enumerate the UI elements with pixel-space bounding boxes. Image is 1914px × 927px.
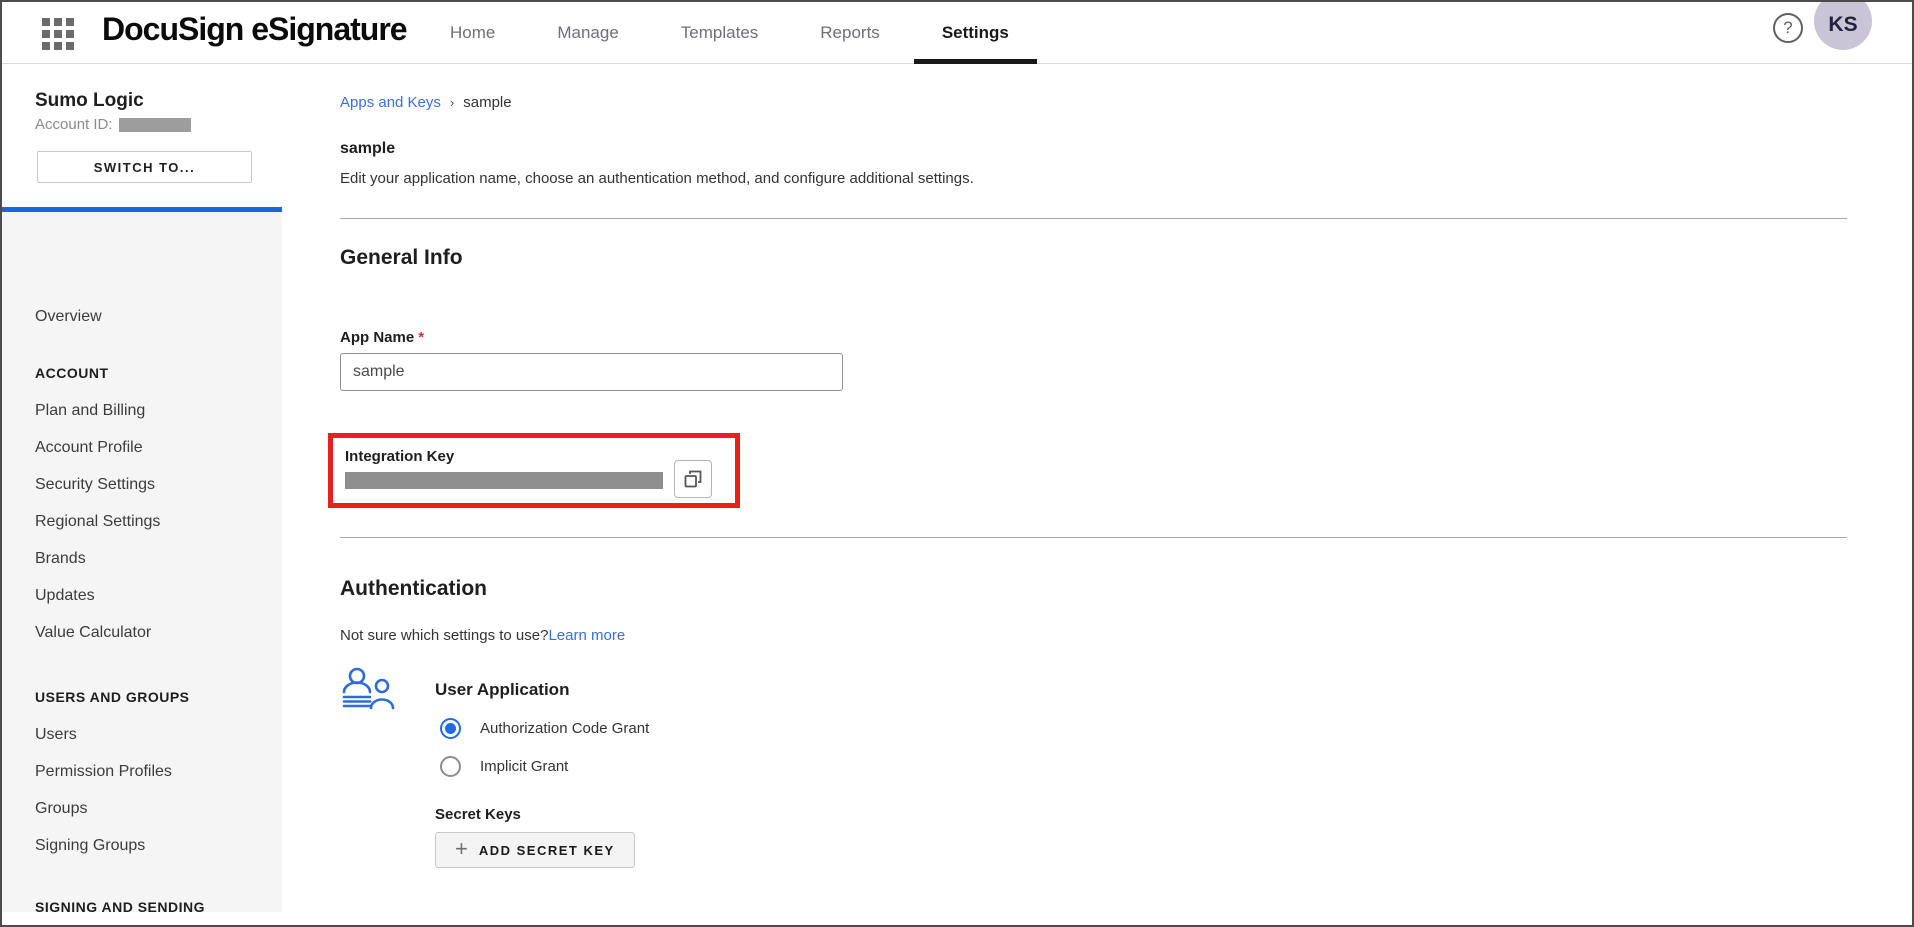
sidebar-section-signing-and-sending: SIGNING AND SENDING: [35, 899, 205, 915]
primary-nav: Home Manage Templates Reports Settings: [448, 2, 1011, 64]
sidebar-item-groups[interactable]: Groups: [35, 800, 87, 818]
switch-to-button[interactable]: SWITCH TO...: [37, 151, 252, 183]
account-id-redaction-bar: [119, 118, 191, 132]
chevron-right-icon: ›: [450, 95, 454, 110]
integration-key-redaction-bar: [345, 472, 663, 489]
sidebar-item-value-calculator[interactable]: Value Calculator: [35, 624, 151, 642]
account-id: Account ID:: [35, 116, 191, 133]
sidebar-item-brands[interactable]: Brands: [35, 550, 86, 568]
authentication-heading: Authentication: [340, 577, 487, 601]
general-info-heading: General Info: [340, 246, 463, 270]
sidebar-item-signing-groups[interactable]: Signing Groups: [35, 837, 145, 855]
settings-sidebar: Sumo Logic Account ID: SWITCH TO... Over…: [2, 65, 282, 912]
authentication-help-text: Not sure which settings to use?Learn mor…: [340, 627, 625, 644]
learn-more-link[interactable]: Learn more: [548, 627, 625, 644]
sidebar-item-security-settings[interactable]: Security Settings: [35, 476, 155, 494]
integration-key-highlight-box: Integration Key: [328, 433, 740, 508]
required-asterisk: *: [418, 329, 424, 346]
help-icon[interactable]: ?: [1773, 13, 1803, 43]
sidebar-item-account-profile[interactable]: Account Profile: [35, 439, 143, 457]
app-name-input[interactable]: [340, 353, 843, 391]
docusign-settings-window: DocuSign eSignature Home Manage Template…: [0, 0, 1914, 927]
user-application-heading: User Application: [435, 680, 569, 700]
sidebar-item-permission-profiles[interactable]: Permission Profiles: [35, 763, 172, 781]
nav-home[interactable]: Home: [448, 2, 497, 64]
sidebar-item-plan-and-billing[interactable]: Plan and Billing: [35, 402, 145, 420]
add-secret-key-button[interactable]: + ADD SECRET KEY: [435, 832, 635, 868]
copy-integration-key-button[interactable]: [674, 460, 712, 498]
sidebar-section-users-and-groups: USERS AND GROUPS: [35, 689, 190, 705]
plus-icon: +: [455, 838, 468, 860]
nav-templates[interactable]: Templates: [679, 2, 760, 64]
radio-implicit-grant[interactable]: Implicit Grant: [440, 756, 568, 777]
app-name-label: App Name*: [340, 329, 424, 346]
nav-reports[interactable]: Reports: [818, 2, 882, 64]
app-switcher-icon[interactable]: [42, 18, 74, 50]
breadcrumb-apps-and-keys-link[interactable]: Apps and Keys: [340, 94, 441, 111]
sidebar-item-regional-settings[interactable]: Regional Settings: [35, 513, 160, 531]
nav-settings[interactable]: Settings: [940, 2, 1011, 64]
sidebar-section-account: ACCOUNT: [35, 365, 109, 381]
sidebar-menu: Overview ACCOUNT Plan and Billing Accoun…: [2, 212, 282, 912]
radio-authorization-code-grant[interactable]: Authorization Code Grant: [440, 718, 649, 739]
page-description: Edit your application name, choose an au…: [340, 170, 974, 187]
page-title: sample: [340, 140, 395, 158]
top-navigation-bar: DocuSign eSignature Home Manage Template…: [2, 2, 1912, 64]
breadcrumb-current: sample: [463, 94, 511, 111]
avatar[interactable]: KS: [1814, 0, 1872, 50]
sidebar-item-users[interactable]: Users: [35, 726, 77, 744]
docusign-logo: DocuSign eSignature: [102, 11, 407, 48]
nav-manage[interactable]: Manage: [555, 2, 620, 64]
sidebar-item-updates[interactable]: Updates: [35, 587, 95, 605]
users-group-icon: [340, 667, 398, 715]
integration-key-label: Integration Key: [345, 448, 454, 465]
copy-icon: [683, 469, 703, 489]
sidebar-item-overview[interactable]: Overview: [35, 308, 102, 326]
account-name: Sumo Logic: [35, 90, 144, 112]
main-content: Apps and Keys › sample sample Edit your …: [340, 65, 1850, 925]
radio-selected-icon[interactable]: [440, 718, 461, 739]
radio-unselected-icon[interactable]: [440, 756, 461, 777]
secret-keys-label: Secret Keys: [435, 806, 521, 823]
breadcrumb: Apps and Keys › sample: [340, 94, 512, 111]
account-id-label: Account ID:: [35, 116, 113, 133]
section-divider: [340, 218, 1847, 219]
section-divider: [340, 537, 1847, 538]
